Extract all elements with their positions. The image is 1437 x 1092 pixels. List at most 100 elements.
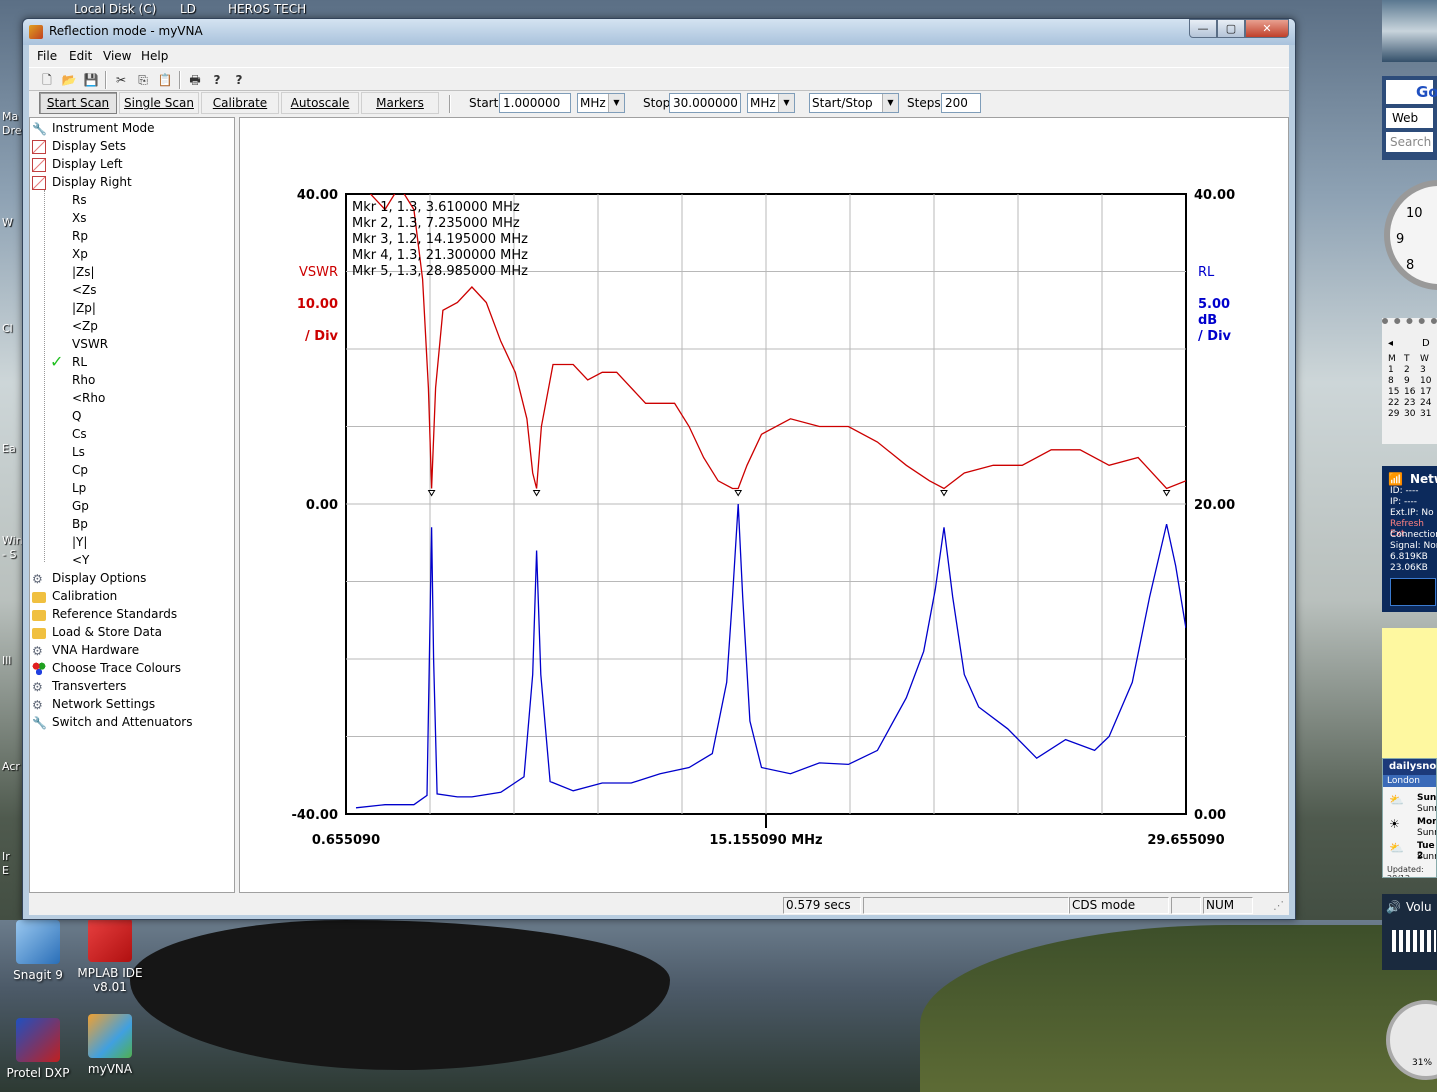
paste-icon[interactable]: 📋: [157, 72, 173, 88]
desktop-icon-myvna[interactable]: myVNA: [72, 1014, 148, 1076]
desktop-icon-label: Snagit 9: [13, 968, 63, 982]
start-scan-button[interactable]: Start Scan: [39, 92, 117, 114]
app-icon[interactable]: [29, 25, 43, 39]
tree-item-sub[interactable]: Xs: [30, 210, 230, 228]
tree-item-sub[interactable]: <Zs: [30, 282, 230, 300]
tree-item-display-options[interactable]: ⚙ Display Options: [30, 570, 230, 588]
open-folder-icon[interactable]: 📂: [61, 72, 77, 88]
calendar-day[interactable]: 2: [1404, 365, 1420, 375]
resize-grip-icon[interactable]: ⋰: [1273, 899, 1284, 912]
menu-view[interactable]: View: [103, 49, 131, 63]
tree-item-sub[interactable]: |Zs|: [30, 264, 230, 282]
copy-icon[interactable]: ⎘: [135, 72, 151, 88]
markers-button[interactable]: Markers: [361, 92, 439, 114]
tree-item-sub[interactable]: <Zp: [30, 318, 230, 336]
minimize-button[interactable]: —: [1189, 19, 1217, 38]
search-scope-select[interactable]: Web: [1386, 108, 1433, 128]
tree-item-calibration[interactable]: Calibration: [30, 588, 230, 606]
calendar-day[interactable]: 8: [1388, 376, 1404, 386]
calendar-day[interactable]: 29: [1388, 409, 1404, 419]
volume-bars[interactable]: [1392, 930, 1436, 952]
print-icon[interactable]: 🖶: [187, 72, 203, 88]
tree-item-sub[interactable]: Q: [30, 408, 230, 426]
tree-item-display-right[interactable]: Display Right: [30, 174, 230, 192]
desktop-icon-snagit[interactable]: Snagit 9: [0, 920, 76, 982]
close-button[interactable]: ✕: [1245, 19, 1289, 38]
tree-item-transverters[interactable]: ⚙ Transverters: [30, 678, 230, 696]
tree-item-sub[interactable]: |Zp|: [30, 300, 230, 318]
scan-mode-select[interactable]: Start/Stop ▼: [809, 93, 899, 113]
calendar-day[interactable]: 30: [1404, 409, 1420, 419]
calendar-day[interactable]: 22: [1388, 398, 1404, 408]
tree-item-sub[interactable]: Gp: [30, 498, 230, 516]
steps-input[interactable]: 200: [941, 93, 981, 113]
calendar-day[interactable]: 10: [1420, 376, 1436, 386]
chevron-down-icon[interactable]: ▼: [882, 94, 898, 112]
single-scan-button[interactable]: Single Scan: [119, 92, 199, 114]
tree-item-network-settings[interactable]: ⚙ Network Settings: [30, 696, 230, 714]
save-disk-icon[interactable]: 💾: [83, 72, 99, 88]
chevron-down-icon[interactable]: ▼: [778, 94, 794, 112]
maximize-button[interactable]: ▢: [1217, 19, 1245, 38]
calendar-day[interactable]: 23: [1404, 398, 1420, 408]
tree-item-vna-hardware[interactable]: ⚙ VNA Hardware: [30, 642, 230, 660]
desktop-icon-mplab[interactable]: MPLAB IDE v8.01: [72, 918, 148, 994]
left-fragment: Win: [2, 534, 23, 547]
wrench-icon: 🔧: [32, 716, 47, 730]
slideshow-gadget[interactable]: [1382, 0, 1437, 62]
tree-item-sub[interactable]: Cp: [30, 462, 230, 480]
start-frequency-input[interactable]: 1.000000: [499, 93, 571, 113]
tree-item-rl-checked[interactable]: ✓ RL: [30, 352, 230, 372]
calendar-day[interactable]: 24: [1420, 398, 1436, 408]
cut-scissors-icon[interactable]: ✂: [113, 72, 129, 88]
tree-item-display-sets[interactable]: Display Sets: [30, 138, 230, 156]
menu-file[interactable]: File: [37, 49, 57, 63]
tree-item-sub[interactable]: |Y|: [30, 534, 230, 552]
tree-item-sub[interactable]: Lp: [30, 480, 230, 498]
network-line: Ext.IP: No c: [1390, 508, 1437, 518]
search-input[interactable]: Search: [1386, 132, 1433, 152]
tree-item-sub[interactable]: Rs: [30, 192, 230, 210]
start-unit-select[interactable]: MHz ▼: [577, 93, 625, 113]
calendar-day[interactable]: 31: [1420, 409, 1436, 419]
calendar-prev-icon[interactable]: ◂: [1388, 338, 1393, 349]
context-help-icon[interactable]: ?: [231, 72, 247, 88]
help-icon[interactable]: ?: [209, 72, 225, 88]
tree-item-sub[interactable]: <Y: [30, 552, 230, 570]
tree-item-switch-and-attenuators[interactable]: 🔧 Switch and Attenuators: [30, 714, 230, 732]
tree-item-instrument-mode[interactable]: 🔧 Instrument Mode: [30, 120, 230, 138]
tree-item-load-store-data[interactable]: Load & Store Data: [30, 624, 230, 642]
tree-item-sub[interactable]: Ls: [30, 444, 230, 462]
tree-item-label: Instrument Mode: [52, 121, 155, 135]
stop-unit-select[interactable]: MHz ▼: [747, 93, 795, 113]
calendar-day[interactable]: 16: [1404, 387, 1420, 397]
menu-help[interactable]: Help: [141, 49, 168, 63]
new-file-icon[interactable]: 🗋: [39, 72, 55, 88]
calendar-day[interactable]: 17: [1420, 387, 1436, 397]
menu-edit[interactable]: Edit: [69, 49, 92, 63]
title-bar[interactable]: Reflection mode - myVNA — ▢ ✕: [23, 19, 1295, 45]
network-line: IP: ----: [1390, 497, 1417, 507]
tree-item-reference-standards[interactable]: Reference Standards: [30, 606, 230, 624]
tree-item-sub[interactable]: Rp: [30, 228, 230, 246]
weather-title: dailysnoo: [1383, 759, 1436, 775]
rl-vswr-chart: Mkr 1, 1.3, 3.610000 MHzMkr 2, 1.3, 7.23…: [291, 188, 1235, 848]
stop-frequency-input[interactable]: 30.000000: [669, 93, 741, 113]
calendar-day[interactable]: 3: [1420, 365, 1436, 375]
calendar-day[interactable]: 15: [1388, 387, 1404, 397]
sticky-note-gadget[interactable]: [1382, 628, 1437, 764]
tree-item-sub[interactable]: Cs: [30, 426, 230, 444]
tree-item-sub[interactable]: Xp: [30, 246, 230, 264]
calendar-day[interactable]: 9: [1404, 376, 1420, 386]
autoscale-button[interactable]: Autoscale: [281, 92, 359, 114]
calibrate-button[interactable]: Calibrate: [201, 92, 279, 114]
tree-item-sub[interactable]: Bp: [30, 516, 230, 534]
colour-dots-icon: [32, 662, 46, 676]
chevron-down-icon[interactable]: ▼: [608, 94, 624, 112]
calendar-day[interactable]: 1: [1388, 365, 1404, 375]
tree-item-display-left[interactable]: Display Left: [30, 156, 230, 174]
tree-item-choose-trace-colours[interactable]: Choose Trace Colours: [30, 660, 230, 678]
desktop-icon-protel[interactable]: Protel DXP: [0, 1018, 76, 1080]
tree-item-sub[interactable]: <Rho: [30, 390, 230, 408]
tree-item-sub[interactable]: Rho: [30, 372, 230, 390]
